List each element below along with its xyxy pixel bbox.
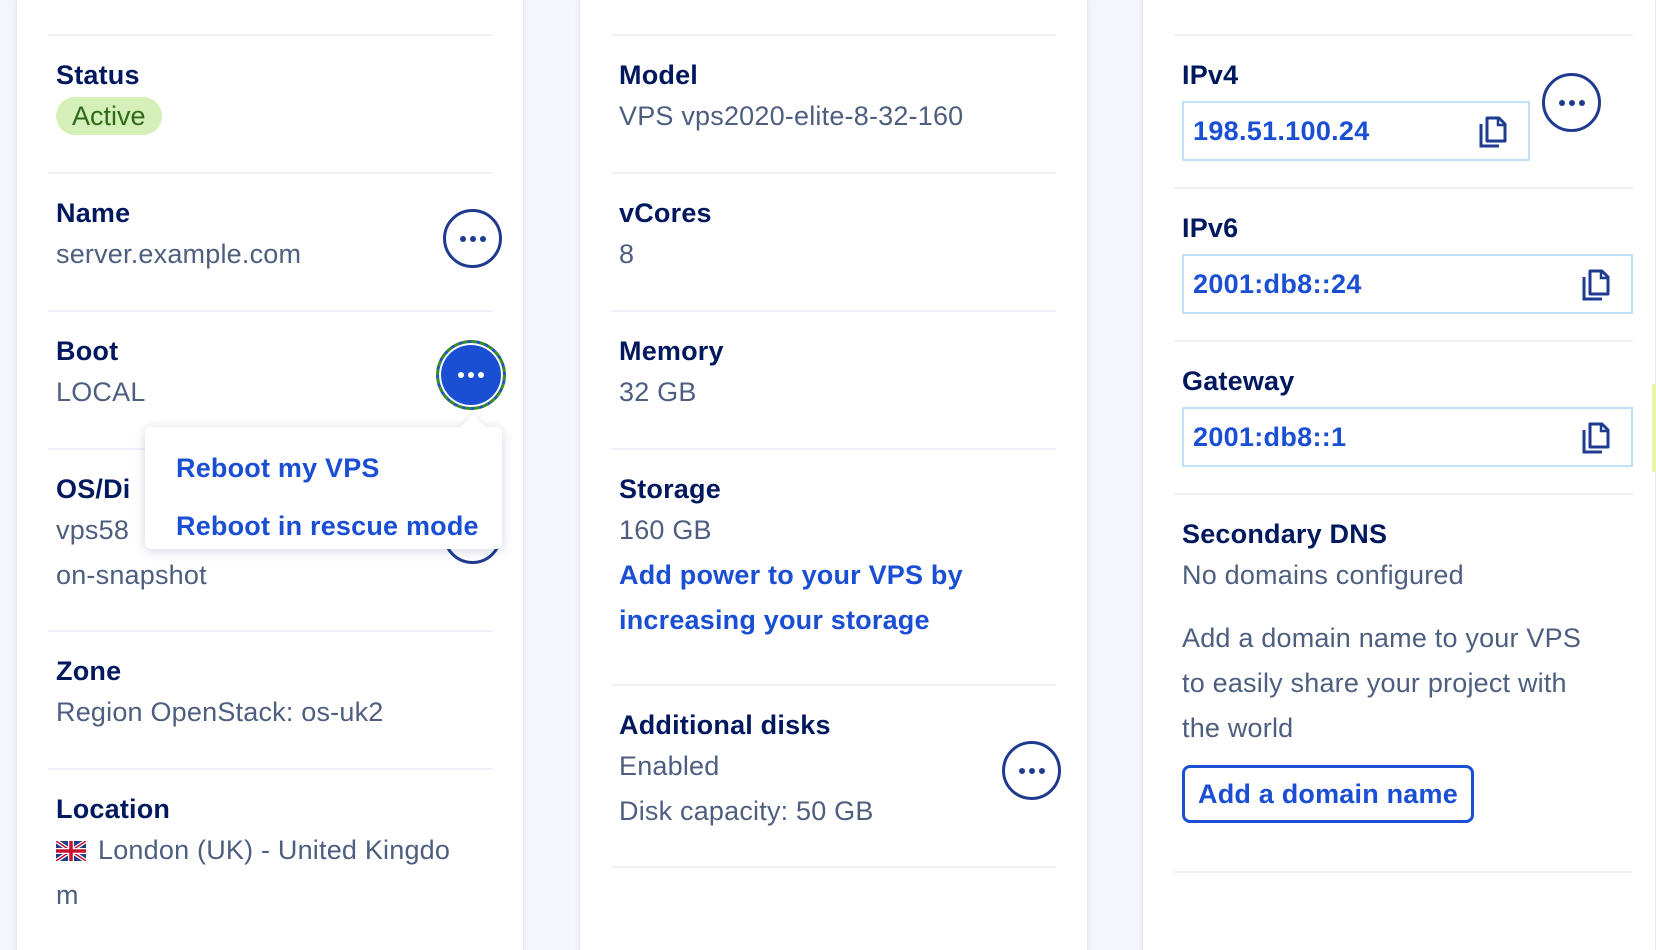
location-label: Location: [56, 794, 171, 824]
gateway-field[interactable]: 2001:db8::1: [1182, 407, 1633, 467]
memory-value: 32 GB: [619, 377, 697, 407]
zone-value: Region OpenStack: os-uk2: [56, 697, 384, 727]
name-value: server.example.com: [56, 239, 302, 269]
ipv6-field[interactable]: 2001:db8::24: [1182, 254, 1633, 314]
ipv4-row: IPv4 198.51.100.24: [1174, 34, 1633, 187]
upgrade-storage-link[interactable]: Add power to your VPS by increasing your…: [619, 553, 1056, 643]
status-row: Status Active: [48, 34, 492, 172]
copy-icon[interactable]: [1478, 115, 1508, 149]
boot-label: Boot: [56, 336, 119, 366]
location-row: Location London (UK) - United Kingdo m: [48, 768, 492, 948]
dot-icon: [1028, 767, 1035, 774]
dot-icon: [469, 235, 476, 242]
dot-icon: [479, 235, 486, 242]
storage-label: Storage: [619, 474, 721, 504]
gateway-label: Gateway: [1182, 366, 1295, 396]
ipv4-value[interactable]: 198.51.100.24: [1193, 116, 1370, 146]
dot-icon: [468, 372, 474, 378]
zone-row: Zone Region OpenStack: os-uk2: [48, 630, 492, 768]
model-row: Model VPS vps2020-elite-8-32-160: [611, 34, 1056, 172]
os-value-line2: on-snapshot: [56, 560, 207, 590]
model-label: Model: [619, 60, 698, 90]
gateway-value[interactable]: 2001:db8::1: [1193, 422, 1346, 452]
name-row: Name server.example.com: [48, 172, 502, 310]
name-more-button[interactable]: [443, 209, 502, 268]
ipv4-field[interactable]: 198.51.100.24: [1182, 101, 1530, 161]
status-label: Status: [56, 60, 140, 90]
upgrade-storage-link-line1[interactable]: Add power to your VPS by: [619, 553, 1056, 598]
dot-icon: [1578, 99, 1585, 106]
additional-disks-row: Additional disks Enabled Disk capacity: …: [611, 684, 1061, 868]
dns-help-line2: to easily share your project with: [1182, 668, 1567, 698]
ipv4-more-button[interactable]: [1542, 73, 1601, 132]
vcores-row: vCores 8: [611, 172, 1056, 310]
model-value: VPS vps2020-elite-8-32-160: [619, 101, 964, 131]
gateway-row: Gateway 2001:db8::1: [1174, 340, 1633, 493]
menu-item-rescue-mode[interactable]: Reboot in rescue mode: [176, 497, 502, 555]
location-text-line1: London (UK) - United Kingdo: [98, 835, 451, 865]
memory-label: Memory: [619, 336, 724, 366]
dot-icon: [478, 372, 484, 378]
disks-capacity: Disk capacity: 50 GB: [619, 796, 874, 826]
secondary-dns-row: Secondary DNS No domains configured Add …: [1174, 493, 1633, 873]
dot-icon: [1018, 767, 1025, 774]
disks-more-button[interactable]: [1002, 741, 1061, 800]
disks-status: Enabled: [619, 751, 720, 781]
menu-item-reboot[interactable]: Reboot my VPS: [176, 439, 502, 497]
general-info-card: Status Active Name server.example.com Bo…: [16, 0, 524, 950]
dot-icon: [458, 372, 464, 378]
dot-icon: [1558, 99, 1565, 106]
dot-icon: [459, 235, 466, 242]
add-domain-button[interactable]: Add a domain name: [1182, 765, 1474, 823]
vcores-value: 8: [619, 239, 635, 269]
dns-label: Secondary DNS: [1182, 519, 1388, 549]
scroll-edge-indicator: [1652, 384, 1656, 472]
dns-help-line1: Add a domain name to your VPS: [1182, 623, 1582, 653]
ipv6-label: IPv6: [1182, 213, 1239, 243]
dns-help-text: Add a domain name to your VPS to easily …: [1182, 616, 1633, 751]
uk-flag-icon: [56, 841, 86, 861]
copy-icon[interactable]: [1581, 421, 1611, 455]
ipv6-row: IPv6 2001:db8::24: [1174, 187, 1633, 340]
boot-more-button[interactable]: [436, 340, 506, 410]
storage-row: Storage 160 GB Add power to your VPS by …: [611, 448, 1056, 684]
network-card: IPv4 198.51.100.24 IPv6 2001:db8::24 Gat…: [1142, 0, 1656, 950]
boot-context-menu: Reboot my VPS Reboot in rescue mode: [145, 414, 502, 549]
location-text-line2: m: [56, 880, 79, 910]
boot-value: LOCAL: [56, 377, 146, 407]
name-label: Name: [56, 198, 131, 228]
location-value: London (UK) - United Kingdo: [56, 828, 492, 873]
vcores-label: vCores: [619, 198, 712, 228]
zone-label: Zone: [56, 656, 122, 686]
configuration-card: Model VPS vps2020-elite-8-32-160 vCores …: [579, 0, 1088, 950]
disks-label: Additional disks: [619, 710, 831, 740]
dns-help-line3: the world: [1182, 713, 1294, 743]
memory-row: Memory 32 GB: [611, 310, 1056, 448]
dot-icon: [1568, 99, 1575, 106]
upgrade-storage-link-line2[interactable]: increasing your storage: [619, 598, 1056, 643]
dot-icon: [1038, 767, 1045, 774]
status-badge: Active: [56, 97, 162, 135]
storage-value: 160 GB: [619, 515, 712, 545]
copy-icon[interactable]: [1581, 268, 1611, 302]
ipv6-value[interactable]: 2001:db8::24: [1193, 269, 1362, 299]
dns-value: No domains configured: [1182, 560, 1464, 590]
